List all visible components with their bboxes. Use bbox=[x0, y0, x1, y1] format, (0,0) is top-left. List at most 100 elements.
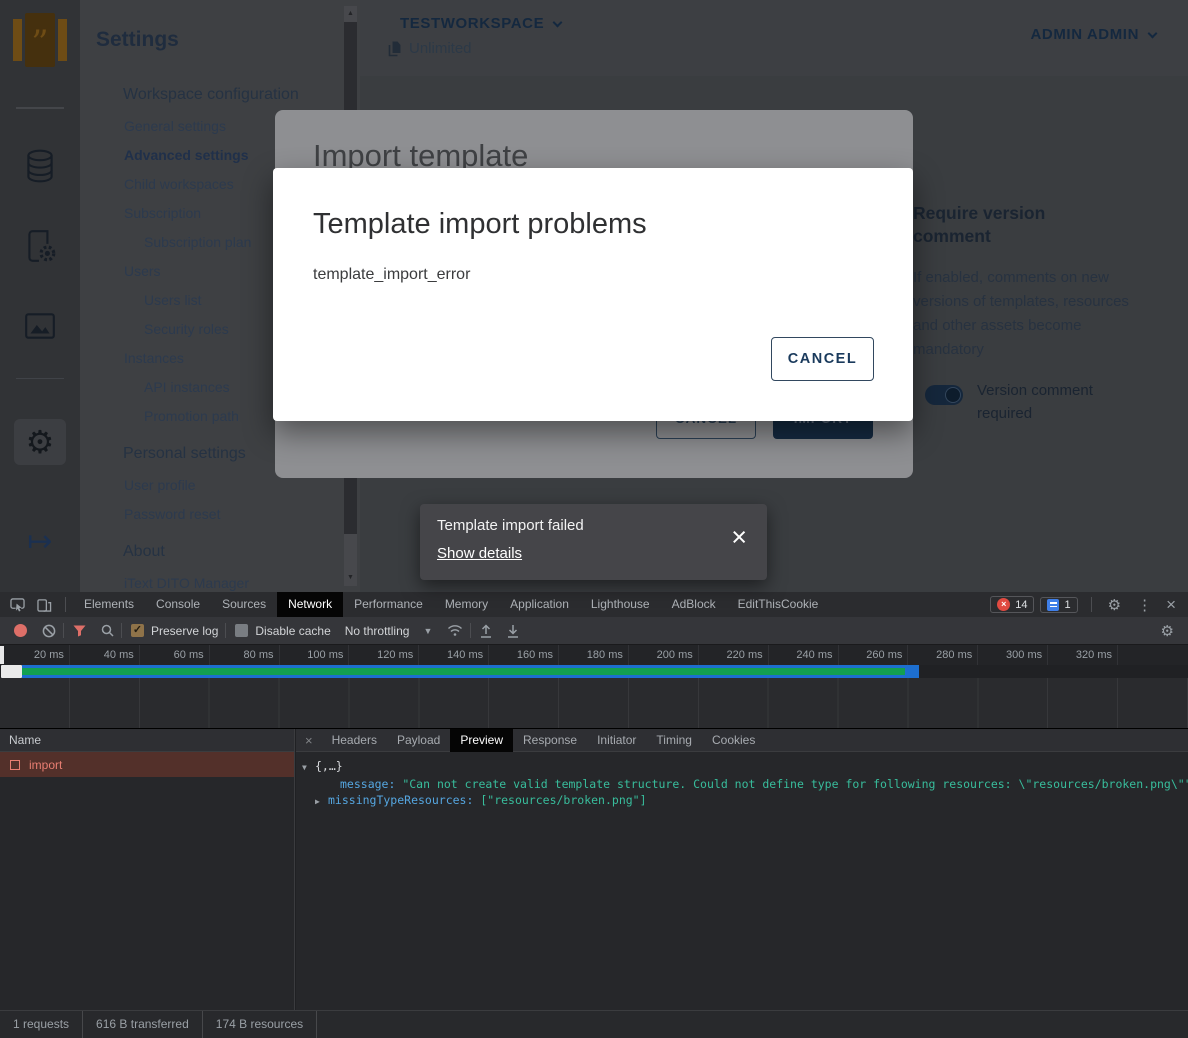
detail-tab[interactable]: Payload bbox=[387, 729, 450, 752]
json-preview: ▼{,…} message: "Can not create valid tem… bbox=[296, 752, 1188, 810]
json-resources-line[interactable]: ▶missingTypeResources: ["resources/broke… bbox=[296, 792, 1188, 810]
request-name: import bbox=[29, 758, 62, 772]
scroll-up-icon[interactable]: ▲ bbox=[344, 8, 357, 20]
timeline-left-handle[interactable] bbox=[0, 646, 4, 664]
throttling-dropdown-icon[interactable]: ▼ bbox=[423, 626, 432, 636]
network-toolbar: ✓ Preserve log Disable cache No throttli… bbox=[0, 617, 1188, 645]
rail-divider bbox=[16, 378, 64, 379]
sidebar-nav-item[interactable]: Workspace configuration bbox=[80, 72, 342, 112]
scroll-down-icon[interactable]: ▼ bbox=[344, 572, 357, 584]
json-message-line: message: "Can not create valid template … bbox=[296, 776, 1188, 792]
devtools-tab[interactable]: Memory bbox=[434, 592, 499, 617]
devtools-tab[interactable]: EditThisCookie bbox=[727, 592, 830, 617]
collapse-icon[interactable]: ▼ bbox=[302, 760, 315, 776]
devtools-tab[interactable]: Sources bbox=[211, 592, 277, 617]
settings-icon[interactable]: ⚙ bbox=[14, 419, 66, 465]
sidebar-nav-item[interactable]: Password reset bbox=[80, 500, 342, 529]
request-detail-pane: × Headers Payload Preview Response Initi… bbox=[296, 729, 1188, 1010]
disable-cache-checkbox[interactable] bbox=[235, 624, 248, 637]
message-count: 1 bbox=[1064, 599, 1070, 611]
status-item: 174 B resources bbox=[203, 1011, 317, 1038]
detail-tab[interactable]: Preview bbox=[450, 729, 513, 752]
expand-icon[interactable]: ▶ bbox=[315, 794, 328, 810]
detail-tab[interactable]: Cookies bbox=[702, 729, 765, 752]
clear-network-log-icon[interactable] bbox=[42, 624, 56, 638]
device-toolbar-icon[interactable] bbox=[31, 598, 58, 612]
detail-tab[interactable]: Headers bbox=[322, 729, 387, 752]
preserve-log-checkbox[interactable]: ✓ bbox=[131, 624, 144, 637]
timeline-grid bbox=[0, 678, 1188, 729]
devtools-tab[interactable]: Network bbox=[277, 592, 343, 617]
overview-bar-end-cap bbox=[905, 665, 919, 678]
timeline-tick-label: 100 ms bbox=[280, 645, 350, 665]
divider bbox=[470, 623, 471, 638]
detail-tab[interactable]: Initiator bbox=[587, 729, 646, 752]
json-key: missingTypeResources: bbox=[328, 793, 473, 807]
timeline-tick-label: 240 ms bbox=[769, 645, 839, 665]
toast-title: Template import failed bbox=[437, 517, 584, 534]
devtools-settings-icon[interactable]: ⚙ bbox=[1108, 596, 1121, 614]
templates-icon[interactable] bbox=[0, 228, 80, 269]
message-icon bbox=[1047, 599, 1059, 611]
json-root-node[interactable]: ▼{,…} bbox=[296, 758, 1188, 776]
devtools-tab[interactable]: Performance bbox=[343, 592, 434, 617]
network-settings-icon[interactable]: ⚙ bbox=[1161, 622, 1174, 640]
toast-show-details-link[interactable]: Show details bbox=[437, 545, 522, 562]
request-row[interactable]: import bbox=[0, 752, 294, 777]
filter-icon[interactable] bbox=[73, 625, 86, 637]
json-root: {,…} bbox=[315, 759, 343, 773]
network-conditions-icon[interactable] bbox=[447, 624, 463, 637]
logo-left-bar bbox=[13, 19, 22, 61]
timeline-tick-label: 300 ms bbox=[978, 645, 1048, 665]
import-har-icon[interactable] bbox=[480, 624, 492, 638]
requests-name-column-header[interactable]: Name bbox=[0, 729, 294, 752]
itext-dito-logo[interactable]: ” bbox=[13, 13, 67, 67]
divider bbox=[65, 597, 66, 612]
timeline-tick-label: 20 ms bbox=[0, 645, 70, 665]
devtools-tab[interactable]: Elements bbox=[73, 592, 145, 617]
inspect-element-icon[interactable] bbox=[4, 598, 31, 612]
user-name: ADMIN ADMIN bbox=[1030, 26, 1139, 43]
document-icon bbox=[388, 40, 402, 57]
detail-tab[interactable]: Response bbox=[513, 729, 587, 752]
timeline-tick-label: 220 ms bbox=[699, 645, 769, 665]
user-menu[interactable]: ADMIN ADMIN bbox=[1030, 26, 1156, 43]
logout-icon[interactable]: ↦ bbox=[0, 524, 80, 559]
detail-tabs: Headers Payload Preview Response Initiat… bbox=[322, 729, 766, 752]
detail-tab[interactable]: Timing bbox=[646, 729, 702, 752]
modal-cancel-button[interactable]: CANCEL bbox=[771, 337, 874, 381]
toast-close-icon[interactable]: × bbox=[731, 524, 747, 551]
version-comment-toggle[interactable] bbox=[925, 385, 963, 405]
workspace-switcher[interactable]: TESTWORKSPACE bbox=[400, 15, 561, 32]
data-collections-icon[interactable] bbox=[0, 147, 80, 190]
detail-tabbar: × Headers Payload Preview Response Initi… bbox=[296, 729, 1188, 752]
app-rail: ” bbox=[0, 0, 80, 592]
timeline-tick-label: 260 ms bbox=[839, 645, 909, 665]
throttling-select[interactable]: No throttling bbox=[345, 624, 410, 638]
overview-activity-bar[interactable] bbox=[22, 665, 905, 678]
devtools-tab[interactable]: Console bbox=[145, 592, 211, 617]
close-detail-icon[interactable]: × bbox=[296, 733, 322, 748]
json-value: "Can not create valid template structure… bbox=[402, 777, 1188, 791]
error-count-badge[interactable]: × 14 bbox=[990, 596, 1034, 613]
devtools-tab[interactable]: AdBlock bbox=[661, 592, 727, 617]
timeline-tick-label: 200 ms bbox=[629, 645, 699, 665]
search-icon[interactable] bbox=[101, 624, 114, 637]
devtools-tab[interactable]: Application bbox=[499, 592, 580, 617]
issues-count-badge[interactable]: 1 bbox=[1040, 597, 1077, 613]
json-key: message: bbox=[340, 777, 395, 791]
preserve-log-label[interactable]: Preserve log bbox=[151, 624, 218, 638]
devtools-tab[interactable]: Lighthouse bbox=[580, 592, 661, 617]
chevron-down-icon bbox=[553, 18, 563, 28]
devtools-menu-icon[interactable]: ⋮ bbox=[1137, 596, 1152, 614]
devtools-close-icon[interactable]: × bbox=[1166, 595, 1176, 615]
sidebar-nav-item[interactable]: iText DITO Manager bbox=[80, 569, 342, 592]
export-har-icon[interactable] bbox=[507, 624, 519, 638]
disable-cache-label[interactable]: Disable cache bbox=[255, 624, 330, 638]
devtools-panel: Elements Console Sources Network Perform… bbox=[0, 592, 1188, 1038]
resources-icon[interactable] bbox=[0, 310, 80, 347]
divider bbox=[225, 623, 226, 638]
sidebar-nav-item[interactable]: About bbox=[80, 529, 342, 569]
record-network-log-icon[interactable] bbox=[14, 624, 27, 637]
overview-drag-handle[interactable] bbox=[1, 665, 22, 678]
